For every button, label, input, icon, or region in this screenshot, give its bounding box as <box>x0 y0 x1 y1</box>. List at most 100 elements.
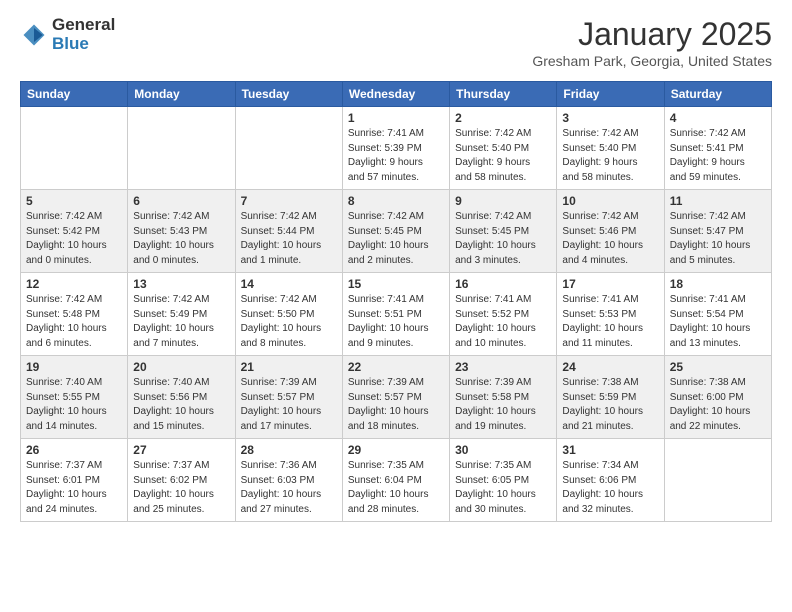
calendar-cell <box>21 107 128 190</box>
day-info: Sunrise: 7:41 AM Sunset: 5:51 PM Dayligh… <box>348 293 444 351</box>
calendar-cell: 3 Sunrise: 7:42 AM Sunset: 5:40 PM Daylig… <box>557 107 664 190</box>
day-info: Sunrise: 7:37 AM Sunset: 6:02 PM Dayligh… <box>133 459 229 517</box>
day-info: Sunrise: 7:39 AM Sunset: 5:57 PM Dayligh… <box>241 376 337 434</box>
calendar-cell: 10Sunrise: 7:42 AM Sunset: 5:46 PM Dayli… <box>557 190 664 273</box>
calendar-cell: 14 Sunrise: 7:42 AM Sunset: 5:50 PM Dayli… <box>235 273 342 356</box>
calendar-cell: 26 Sunrise: 7:37 AM Sunset: 6:01 PM Dayli… <box>21 439 128 522</box>
day-number: 26 <box>26 443 122 457</box>
calendar-cell: 27 Sunrise: 7:37 AM Sunset: 6:02 PM Dayli… <box>128 439 235 522</box>
calendar-cell: 19 Sunrise: 7:40 AM Sunset: 5:55 PM Dayli… <box>21 356 128 439</box>
day-info: Sunrise: 7:39 AM Sunset: 5:57 PM Dayligh… <box>348 376 444 434</box>
day-info: Sunrise: 7:42 AM Sunset: 5:50 PM Dayligh… <box>241 293 337 351</box>
month-title: January 2025 <box>532 16 772 53</box>
day-number: 31 <box>562 443 658 457</box>
day-info: Sunrise: 7:35 AM Sunset: 6:05 PM Dayligh… <box>455 459 551 517</box>
calendar-cell: 18 Sunrise: 7:41 AM Sunset: 5:54 PM Dayli… <box>664 273 771 356</box>
day-info: Sunrise: 7:36 AM Sunset: 6:03 PM Dayligh… <box>241 459 337 517</box>
day-info: Sunrise: 7:42 AM Sunset: 5:47 PM Dayligh… <box>670 210 766 268</box>
calendar-week-row: 1Sunrise: 7:41 AM Sunset: 5:39 PM Daylig… <box>21 107 772 190</box>
col-header-sunday: Sunday <box>21 82 128 107</box>
calendar-cell: 20Sunrise: 7:40 AM Sunset: 5:56 PM Dayli… <box>128 356 235 439</box>
logo-general-text: General <box>52 16 115 35</box>
day-number: 13 <box>133 277 229 291</box>
page-header: General Blue January 2025 Gresham Park, … <box>20 16 772 69</box>
calendar-cell <box>128 107 235 190</box>
day-info: Sunrise: 7:40 AM Sunset: 5:55 PM Dayligh… <box>26 376 122 434</box>
day-info: Sunrise: 7:37 AM Sunset: 6:01 PM Dayligh… <box>26 459 122 517</box>
day-number: 14 <box>241 277 337 291</box>
calendar-week-row: 26 Sunrise: 7:37 AM Sunset: 6:01 PM Dayli… <box>21 439 772 522</box>
calendar-cell: 1Sunrise: 7:41 AM Sunset: 5:39 PM Daylig… <box>342 107 449 190</box>
col-header-tuesday: Tuesday <box>235 82 342 107</box>
col-header-thursday: Thursday <box>450 82 557 107</box>
calendar-cell: 16Sunrise: 7:41 AM Sunset: 5:52 PM Dayli… <box>450 273 557 356</box>
day-number: 27 <box>133 443 229 457</box>
calendar-cell: 6Sunrise: 7:42 AM Sunset: 5:43 PM Daylig… <box>128 190 235 273</box>
logo-text: General Blue <box>52 16 115 53</box>
calendar-cell: 2 Sunrise: 7:42 AM Sunset: 5:40 PM Daylig… <box>450 107 557 190</box>
calendar-cell: 7Sunrise: 7:42 AM Sunset: 5:44 PM Daylig… <box>235 190 342 273</box>
day-number: 30 <box>455 443 551 457</box>
day-info: Sunrise: 7:42 AM Sunset: 5:45 PM Dayligh… <box>348 210 444 268</box>
day-number: 5 <box>26 194 122 208</box>
day-number: 21 <box>241 360 337 374</box>
calendar-cell: 4 Sunrise: 7:42 AM Sunset: 5:41 PM Daylig… <box>664 107 771 190</box>
calendar-header-row: SundayMondayTuesdayWednesdayThursdayFrid… <box>21 82 772 107</box>
day-number: 24 <box>562 360 658 374</box>
day-number: 22 <box>348 360 444 374</box>
day-number: 17 <box>562 277 658 291</box>
title-block: January 2025 Gresham Park, Georgia, Unit… <box>532 16 772 69</box>
day-number: 20 <box>133 360 229 374</box>
day-info: Sunrise: 7:38 AM Sunset: 6:00 PM Dayligh… <box>670 376 766 434</box>
day-number: 15 <box>348 277 444 291</box>
day-info: Sunrise: 7:42 AM Sunset: 5:40 PM Dayligh… <box>562 127 658 185</box>
day-info: Sunrise: 7:42 AM Sunset: 5:44 PM Dayligh… <box>241 210 337 268</box>
col-header-friday: Friday <box>557 82 664 107</box>
calendar-cell <box>235 107 342 190</box>
calendar-cell: 23 Sunrise: 7:39 AM Sunset: 5:58 PM Dayli… <box>450 356 557 439</box>
day-info: Sunrise: 7:41 AM Sunset: 5:54 PM Dayligh… <box>670 293 766 351</box>
day-info: Sunrise: 7:42 AM Sunset: 5:45 PM Dayligh… <box>455 210 551 268</box>
day-info: Sunrise: 7:42 AM Sunset: 5:41 PM Dayligh… <box>670 127 766 185</box>
calendar-cell: 21 Sunrise: 7:39 AM Sunset: 5:57 PM Dayli… <box>235 356 342 439</box>
calendar-cell: 17Sunrise: 7:41 AM Sunset: 5:53 PM Dayli… <box>557 273 664 356</box>
calendar-cell <box>664 439 771 522</box>
calendar-cell: 13Sunrise: 7:42 AM Sunset: 5:49 PM Dayli… <box>128 273 235 356</box>
day-number: 18 <box>670 277 766 291</box>
day-number: 2 <box>455 111 551 125</box>
col-header-saturday: Saturday <box>664 82 771 107</box>
calendar-cell: 30 Sunrise: 7:35 AM Sunset: 6:05 PM Dayli… <box>450 439 557 522</box>
day-number: 3 <box>562 111 658 125</box>
day-number: 25 <box>670 360 766 374</box>
col-header-monday: Monday <box>128 82 235 107</box>
location: Gresham Park, Georgia, United States <box>532 53 772 69</box>
calendar-cell: 31 Sunrise: 7:34 AM Sunset: 6:06 PM Dayli… <box>557 439 664 522</box>
day-number: 28 <box>241 443 337 457</box>
day-info: Sunrise: 7:39 AM Sunset: 5:58 PM Dayligh… <box>455 376 551 434</box>
calendar-cell: 22 Sunrise: 7:39 AM Sunset: 5:57 PM Dayli… <box>342 356 449 439</box>
calendar-week-row: 12Sunrise: 7:42 AM Sunset: 5:48 PM Dayli… <box>21 273 772 356</box>
logo: General Blue <box>20 16 115 53</box>
calendar-cell: 15 Sunrise: 7:41 AM Sunset: 5:51 PM Dayli… <box>342 273 449 356</box>
day-number: 4 <box>670 111 766 125</box>
calendar-cell: 29Sunrise: 7:35 AM Sunset: 6:04 PM Dayli… <box>342 439 449 522</box>
calendar-cell: 8Sunrise: 7:42 AM Sunset: 5:45 PM Daylig… <box>342 190 449 273</box>
day-number: 16 <box>455 277 551 291</box>
day-number: 11 <box>670 194 766 208</box>
calendar-week-row: 19 Sunrise: 7:40 AM Sunset: 5:55 PM Dayli… <box>21 356 772 439</box>
day-number: 29 <box>348 443 444 457</box>
calendar-cell: 5Sunrise: 7:42 AM Sunset: 5:42 PM Daylig… <box>21 190 128 273</box>
calendar-cell: 12Sunrise: 7:42 AM Sunset: 5:48 PM Dayli… <box>21 273 128 356</box>
day-info: Sunrise: 7:34 AM Sunset: 6:06 PM Dayligh… <box>562 459 658 517</box>
calendar-cell: 24 Sunrise: 7:38 AM Sunset: 5:59 PM Dayli… <box>557 356 664 439</box>
logo-icon <box>20 21 48 49</box>
day-info: Sunrise: 7:42 AM Sunset: 5:40 PM Dayligh… <box>455 127 551 185</box>
day-number: 23 <box>455 360 551 374</box>
day-info: Sunrise: 7:38 AM Sunset: 5:59 PM Dayligh… <box>562 376 658 434</box>
col-header-wednesday: Wednesday <box>342 82 449 107</box>
day-info: Sunrise: 7:42 AM Sunset: 5:48 PM Dayligh… <box>26 293 122 351</box>
calendar-table: SundayMondayTuesdayWednesdayThursdayFrid… <box>20 81 772 522</box>
day-number: 6 <box>133 194 229 208</box>
day-number: 10 <box>562 194 658 208</box>
day-number: 19 <box>26 360 122 374</box>
